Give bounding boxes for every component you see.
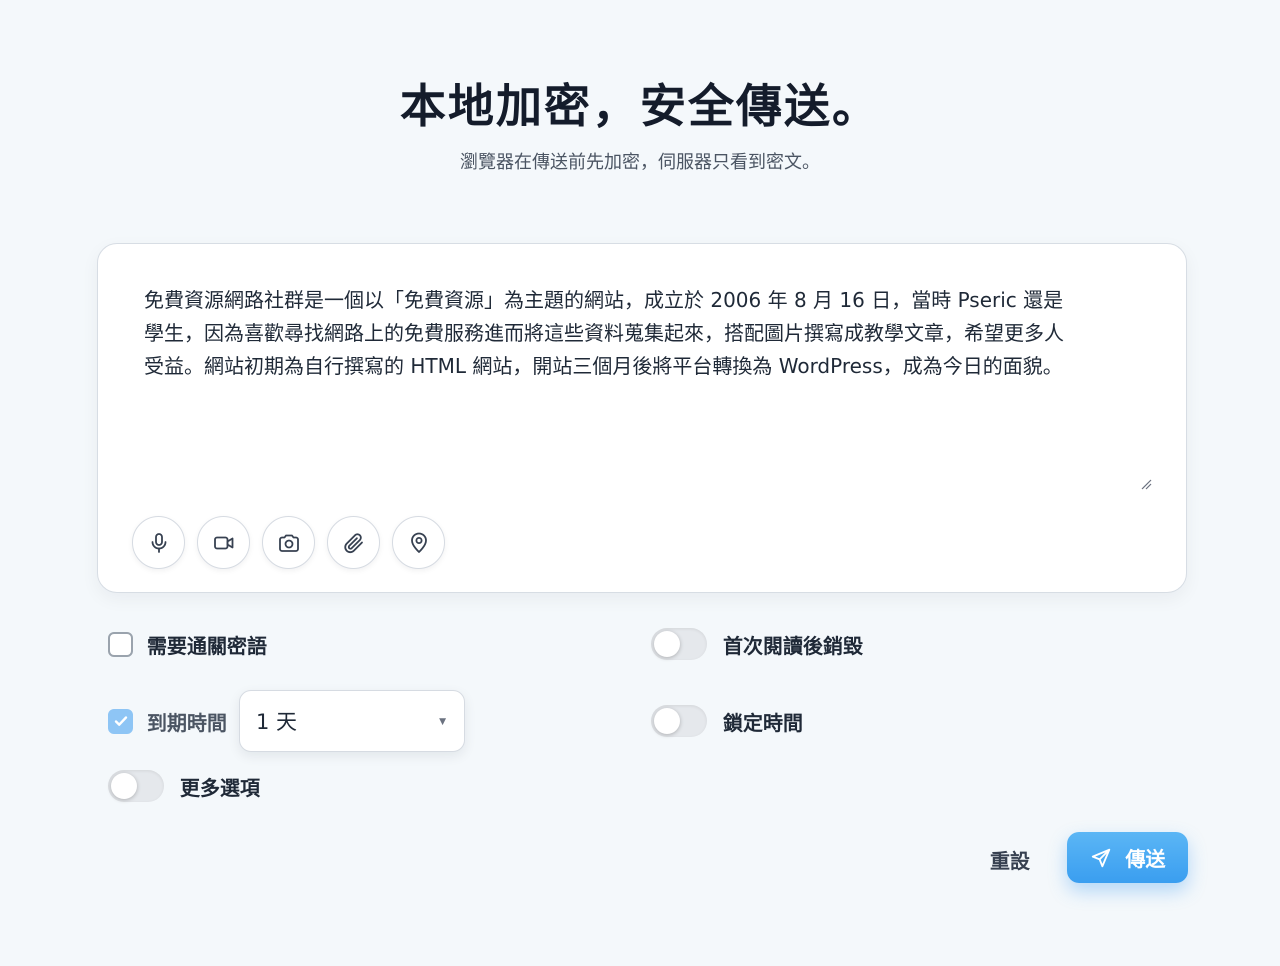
microphone-icon	[151, 532, 166, 553]
lock-time-toggle[interactable]	[651, 705, 707, 737]
expiry-label: 到期時間	[147, 710, 227, 735]
message-card: 免費資源網路社群是一個以「免費資源」為主題的網站，成立於 2006 年 8 月 …	[97, 243, 1187, 593]
lock-time-label: 鎖定時間	[723, 710, 803, 735]
send-button[interactable]: 傳送	[1067, 832, 1188, 883]
record-audio-button[interactable]	[132, 516, 185, 569]
burn-after-reading-label: 首次閱讀後銷毀	[723, 633, 863, 658]
send-icon	[1091, 848, 1110, 867]
attachment-toolbar	[132, 516, 445, 569]
page-subtitle: 瀏覽器在傳送前先加密，伺服器只看到密文。	[460, 152, 820, 173]
chevron-down-icon: ▼	[439, 717, 446, 727]
resize-handle-icon[interactable]	[1140, 478, 1152, 490]
toggle-knob	[654, 708, 680, 734]
message-textarea[interactable]: 免費資源網路社群是一個以「免費資源」為主題的網站，成立於 2006 年 8 月 …	[144, 284, 1144, 494]
page: 本地加密，安全傳送。 瀏覽器在傳送前先加密，伺服器只看到密文。 免費資源網路社群…	[0, 0, 1280, 966]
passphrase-checkbox[interactable]	[108, 632, 133, 657]
more-options-toggle[interactable]	[108, 770, 164, 802]
more-options-label: 更多選項	[180, 775, 260, 800]
attach-file-button[interactable]	[327, 516, 380, 569]
take-photo-button[interactable]	[262, 516, 315, 569]
lock-time-option[interactable]: 鎖定時間	[651, 705, 803, 737]
passphrase-label: 需要通關密語	[147, 634, 267, 658]
expiry-select[interactable]: 1 天 ▼	[239, 690, 465, 752]
burn-after-reading-option[interactable]: 首次閱讀後銷毀	[651, 628, 863, 660]
camera-icon	[278, 534, 299, 552]
more-options-option[interactable]: 更多選項	[108, 770, 260, 802]
page-title: 本地加密，安全傳送。	[400, 79, 880, 133]
video-camera-icon	[213, 536, 233, 549]
checkmark-icon	[114, 716, 127, 726]
expiry-option: 到期時間 1 天 ▼	[108, 690, 465, 752]
record-video-button[interactable]	[197, 516, 250, 569]
expiry-checkbox[interactable]	[108, 708, 133, 734]
expiry-select-value: 1 天	[256, 710, 298, 734]
send-label: 傳送	[1125, 847, 1166, 871]
passphrase-option[interactable]: 需要通關密語	[108, 630, 267, 659]
reset-button[interactable]: 重設	[990, 845, 1030, 874]
paperclip-icon	[343, 532, 363, 553]
toggle-knob	[654, 631, 680, 657]
toggle-knob	[111, 773, 137, 799]
share-location-button[interactable]	[392, 516, 445, 569]
burn-after-reading-toggle[interactable]	[651, 628, 707, 660]
location-pin-icon	[410, 532, 427, 553]
